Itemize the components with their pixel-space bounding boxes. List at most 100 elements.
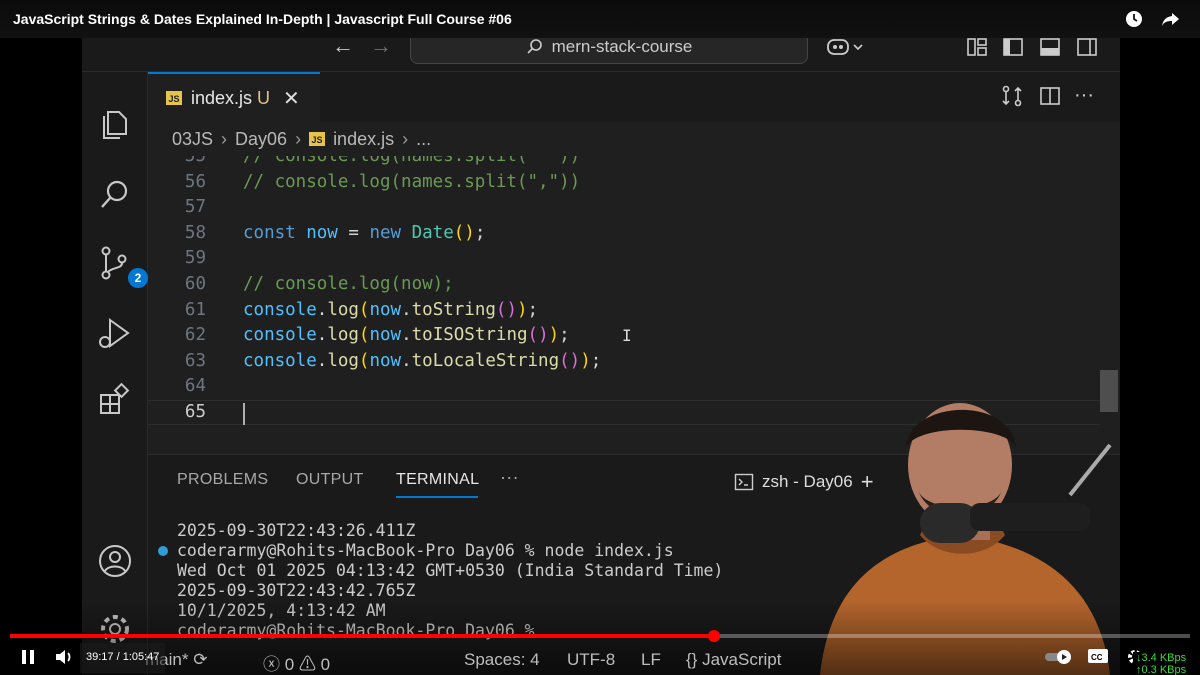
chevron-right-icon: ›	[402, 128, 409, 149]
youtube-top-bar: JavaScript Strings & Dates Explained In-…	[0, 0, 1200, 38]
code-token: ;	[559, 325, 570, 346]
code-token: // console.log(names.split(" "))	[243, 156, 581, 166]
code-token: now	[369, 325, 402, 346]
code-token: (	[358, 350, 370, 371]
error-icon: ⓧ	[263, 655, 280, 674]
extensions-icon[interactable]	[96, 382, 134, 420]
line-number: 56	[184, 171, 206, 192]
source-control-icon[interactable]: 2	[96, 244, 148, 288]
command-status-dot	[158, 546, 168, 556]
active-tab-indicator	[396, 496, 478, 498]
code-text: console.log(now.toISOString());	[243, 323, 570, 349]
code-line: 56 // console.log(names.split(","))	[148, 170, 1120, 196]
code-token: .	[316, 325, 328, 346]
indentation-status[interactable]: Spaces: 4	[464, 650, 540, 670]
network-speed-overlay: ↓3.4 KBps ↑0.3 KBps	[1133, 652, 1200, 675]
tab-output[interactable]: OUTPUT	[296, 471, 364, 489]
javascript-file-icon: JS	[166, 91, 182, 105]
video-title[interactable]: JavaScript Strings & Dates Explained In-…	[13, 11, 512, 27]
problems-status[interactable]: ⓧ 0 ⚠ 0	[263, 650, 330, 675]
forward-arrow-icon[interactable]: →	[370, 35, 392, 57]
line-number: 58	[184, 222, 206, 243]
code-token: ;	[474, 222, 486, 243]
watch-later-icon[interactable]	[1124, 9, 1144, 29]
warning-icon: ⚠	[298, 655, 316, 674]
more-actions-icon[interactable]: ···	[1074, 84, 1098, 108]
close-tab-icon[interactable]: ✕	[283, 86, 300, 111]
code-line: 63 console.log(now.toLocaleString());	[148, 349, 1120, 375]
line-number: 64	[184, 376, 206, 397]
toggle-primary-sidebar-icon[interactable]	[1002, 36, 1024, 58]
volume-icon[interactable]	[54, 648, 74, 671]
terminal-line: Wed Oct 01 2025 04:13:42 GMT+0530 (India…	[177, 561, 724, 580]
code-token: now	[369, 299, 402, 320]
code-token: toLocaleString	[411, 350, 560, 371]
code-line: 61 console.log(now.toString());	[148, 298, 1120, 324]
code-token: new	[369, 222, 412, 243]
run-debug-icon[interactable]	[96, 314, 134, 352]
code-token: ()	[453, 222, 475, 243]
share-icon[interactable]	[1161, 9, 1181, 29]
search-view-icon[interactable]	[96, 176, 134, 214]
code-line: 59	[148, 246, 1120, 272]
terminal-line: 2025-09-30T22:43:42.765Z	[177, 581, 416, 600]
breadcrumb-symbol[interactable]: ...	[416, 129, 431, 150]
code-line: 58 const now = new Date();	[148, 221, 1120, 247]
language-mode-status[interactable]: {} JavaScript	[686, 650, 781, 670]
code-token: console	[243, 350, 317, 371]
code-text: // console.log(names.split(" "))	[243, 156, 580, 170]
closed-captions-icon[interactable]: CC	[1087, 647, 1109, 670]
code-token: // console.log(names.split(","))	[243, 171, 581, 192]
code-token: ;	[590, 350, 602, 371]
encoding-status[interactable]: UTF-8	[567, 650, 615, 670]
code-line: 57	[148, 195, 1120, 221]
code-text: console.log(now.toLocaleString());	[243, 349, 601, 375]
code-token: console	[243, 299, 317, 320]
code-token: .	[316, 350, 328, 371]
back-arrow-icon[interactable]: ←	[332, 35, 354, 57]
code-token: .	[401, 299, 412, 320]
editor-tab-bar: JS index.js U ✕ ···	[148, 72, 1120, 122]
open-changes-icon[interactable]	[1000, 84, 1024, 108]
line-number: 59	[184, 248, 206, 269]
toggle-panel-icon[interactable]	[1039, 36, 1061, 58]
tab-terminal[interactable]: TERMINAL	[396, 471, 479, 489]
search-text: mern-stack-course	[551, 37, 693, 56]
split-editor-icon[interactable]	[1038, 84, 1062, 108]
panel-more-icon[interactable]: ···	[500, 467, 519, 488]
pause-icon[interactable]	[20, 648, 36, 671]
line-number: 65	[184, 402, 206, 422]
code-token: )	[580, 350, 591, 371]
explorer-icon[interactable]	[96, 106, 134, 144]
mouse-ibeam-cursor: I	[622, 326, 632, 345]
braces-icon: {}	[686, 650, 698, 669]
code-text: // console.log(names.split(","))	[243, 170, 580, 196]
code-token: ;	[527, 299, 539, 320]
customize-layout-icon[interactable]	[966, 36, 988, 58]
copilot-icon[interactable]	[826, 36, 866, 58]
svg-text:CC: CC	[1091, 653, 1103, 662]
code-line: 62 console.log(now.toISOString());	[148, 323, 1120, 349]
code-token: (	[358, 325, 370, 346]
eol-status[interactable]: LF	[641, 650, 661, 670]
tab-index-js[interactable]: JS index.js U ✕	[148, 72, 320, 122]
line-number: 62	[184, 325, 206, 346]
terminal-line: coderarmy@Rohits-MacBook-Pro Day06 % nod…	[177, 541, 674, 560]
tab-filename: index.js	[191, 87, 253, 108]
progress-scrubber-handle[interactable]	[708, 630, 720, 642]
autoplay-toggle[interactable]	[1044, 649, 1072, 670]
code-token: .	[401, 325, 412, 346]
terminal-line: 2025-09-30T22:43:26.411Z	[177, 521, 416, 540]
accounts-icon[interactable]	[96, 542, 134, 580]
code-text: console.log(now.toString());	[243, 298, 538, 324]
breadcrumb-file[interactable]: index.js	[333, 129, 394, 150]
tab-problems[interactable]: PROBLEMS	[177, 471, 268, 489]
chevron-right-icon: ›	[221, 128, 228, 149]
breadcrumb-folder-day06[interactable]: Day06	[235, 129, 287, 150]
code-token: ()	[495, 299, 517, 320]
sync-icon: ⟳	[193, 650, 208, 669]
toggle-secondary-sidebar-icon[interactable]	[1076, 36, 1098, 58]
breadcrumb-folder-03js[interactable]: 03JS	[172, 129, 213, 150]
code-token: Date	[411, 222, 454, 243]
code-token: console	[243, 325, 317, 346]
